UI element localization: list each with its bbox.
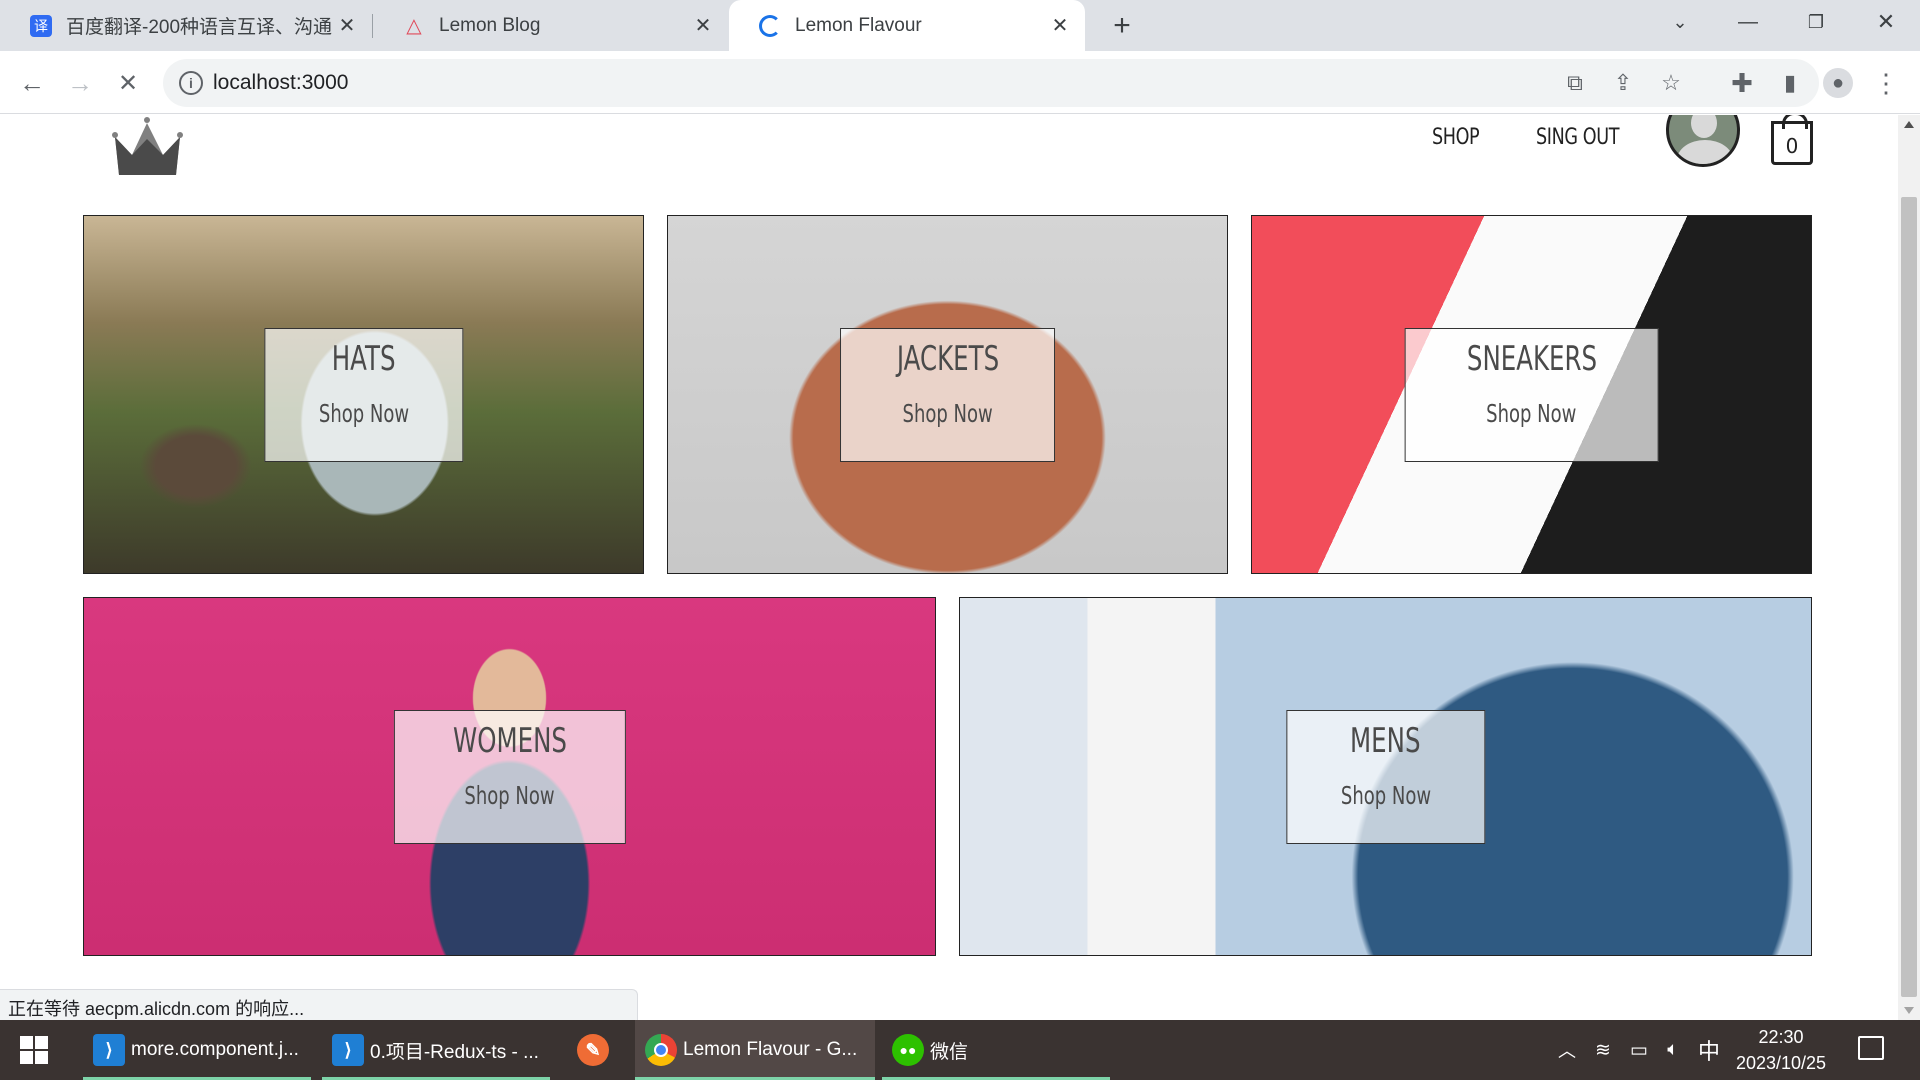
back-arrow-icon[interactable]: ←	[14, 65, 50, 101]
taskbar-item-vscode-2[interactable]: ⟩ 0.项目-Redux-ts - ...	[322, 1020, 550, 1080]
windows-start-icon[interactable]	[20, 1036, 48, 1064]
category-label-box[interactable]: WOMENS Shop Now	[393, 709, 626, 844]
browser-toolbar: ← → ✕ i localhost:3000 ⧉ ⇪ ☆ ✚ ▮ ● ⋮	[0, 51, 1920, 114]
shop-now-link[interactable]: Shop Now	[902, 399, 992, 428]
loading-spinner-icon	[759, 14, 781, 37]
taskbar-item-vscode-1[interactable]: ⟩ more.component.j...	[83, 1020, 311, 1080]
tab-title: 百度翻译-200种语言互译、沟通	[66, 17, 333, 38]
taskbar-item-label: Lemon Flavour - G...	[683, 1039, 858, 1060]
taskbar-item-postman[interactable]: ✎	[562, 1020, 630, 1080]
vscode-icon: ⟩	[332, 1034, 364, 1066]
tab-title: Lemon Flavour	[795, 14, 922, 36]
chrome-icon	[645, 1034, 677, 1066]
windows-taskbar: ⟩ more.component.j... ⟩ 0.项目-Redux-ts - …	[0, 1020, 1920, 1080]
clock-time: 22:30	[1758, 1027, 1804, 1047]
network-icon[interactable]: ≋	[1588, 1020, 1618, 1080]
tab-lemon-blog[interactable]: △ Lemon Blog ✕	[373, 0, 728, 51]
side-panel-icon[interactable]: ▮	[1772, 65, 1808, 101]
crown-logo-icon[interactable]	[110, 115, 185, 175]
share-icon[interactable]: ⇪	[1611, 70, 1635, 95]
extensions-puzzle-icon[interactable]: ✚	[1724, 65, 1760, 101]
menu-kebab-icon[interactable]: ⋮	[1868, 65, 1904, 101]
address-bar[interactable]: i localhost:3000 ⧉ ⇪ ☆	[163, 59, 1819, 107]
category-card-womens[interactable]: WOMENS Shop Now	[83, 597, 936, 956]
category-title: HATS	[331, 338, 396, 379]
close-window-button[interactable]: ✕	[1852, 0, 1920, 44]
open-in-app-icon[interactable]: ⧉	[1563, 70, 1587, 95]
scrollbar-thumb[interactable]	[1901, 197, 1917, 997]
scroll-down-arrow-icon[interactable]	[1904, 1007, 1914, 1014]
taskbar-item-wechat[interactable]: ●● 微信	[882, 1020, 1110, 1080]
restore-button[interactable]: ❐	[1782, 0, 1850, 44]
user-avatar[interactable]	[1666, 115, 1740, 167]
taskbar-item-chrome[interactable]: Lemon Flavour - G...	[635, 1020, 875, 1080]
category-label-box[interactable]: SNEAKERS Shop Now	[1404, 327, 1659, 462]
tab-baidu-translate[interactable]: 译 百度翻译-200种语言互译、沟通 ✕	[0, 0, 372, 51]
tab-title: Lemon Blog	[439, 14, 541, 36]
tray-overflow-chevron-icon[interactable]: ︿	[1552, 1020, 1582, 1080]
url-text[interactable]: localhost:3000	[213, 71, 348, 95]
shop-now-link[interactable]: Shop Now	[464, 781, 554, 810]
category-title: JACKETS	[896, 338, 999, 379]
category-title: SNEAKERS	[1466, 338, 1597, 379]
new-tab-button[interactable]: +	[1106, 9, 1138, 42]
close-icon[interactable]: ✕	[692, 15, 714, 37]
page-viewport: SHOP SING OUT 0 HATS Shop Now JACKETS Sh…	[0, 115, 1898, 1020]
tab-lemon-flavour[interactable]: Lemon Flavour ✕	[729, 0, 1085, 51]
close-icon[interactable]: ✕	[336, 15, 358, 37]
volume-icon[interactable]: 🔈︎	[1658, 1020, 1688, 1080]
vscode-icon: ⟩	[93, 1034, 125, 1066]
category-card-sneakers[interactable]: SNEAKERS Shop Now	[1251, 215, 1812, 574]
category-label-box[interactable]: HATS Shop Now	[263, 327, 464, 462]
category-card-jackets[interactable]: JACKETS Shop Now	[667, 215, 1228, 574]
taskbar-item-label: 微信	[930, 1041, 969, 1063]
browser-tab-bar: 译 百度翻译-200种语言互译、沟通 ✕ △ Lemon Blog ✕ Lemo…	[0, 0, 1920, 51]
scroll-up-arrow-icon[interactable]	[1904, 121, 1914, 128]
category-title: MENS	[1350, 720, 1421, 761]
shop-now-link[interactable]: Shop Now	[1486, 399, 1576, 428]
wechat-icon: ●●	[892, 1034, 924, 1066]
cart-count: 0	[1785, 134, 1799, 158]
input-method-indicator[interactable]: 中	[1694, 1020, 1724, 1080]
forward-arrow-icon[interactable]: →	[62, 65, 98, 101]
category-title: WOMENS	[452, 720, 567, 761]
shop-now-link[interactable]: Shop Now	[1340, 781, 1430, 810]
translate-icon: 译	[30, 14, 52, 37]
system-clock[interactable]: 22:30 2023/10/25	[1726, 1024, 1836, 1076]
category-card-mens[interactable]: MENS Shop Now	[959, 597, 1812, 956]
site-info-icon[interactable]: i	[179, 71, 203, 95]
close-icon[interactable]: ✕	[1049, 15, 1071, 37]
minimize-button[interactable]: —	[1714, 0, 1782, 44]
taskbar-item-label: 0.项目-Redux-ts - ...	[370, 1041, 539, 1063]
clock-date: 2023/10/25	[1735, 1053, 1827, 1073]
stop-loading-icon[interactable]: ✕	[110, 65, 146, 101]
tab-search-chevron-icon[interactable]: ⌄	[1646, 0, 1714, 44]
site-navigation: SHOP SING OUT 0	[0, 115, 1898, 195]
notification-center-icon[interactable]	[1858, 1036, 1884, 1060]
shop-now-link[interactable]: Shop Now	[318, 399, 408, 428]
battery-icon[interactable]: ▭	[1624, 1020, 1654, 1080]
category-label-box[interactable]: JACKETS Shop Now	[839, 327, 1056, 462]
category-card-hats[interactable]: HATS Shop Now	[83, 215, 644, 574]
triangle-logo-icon: △	[406, 15, 422, 37]
taskbar-item-label: more.component.j...	[131, 1039, 299, 1060]
shopping-bag-icon[interactable]: 0	[1771, 115, 1813, 165]
page-scrollbar[interactable]	[1898, 115, 1920, 1020]
status-bubble: 正在等待 aecpm.alicdn.com 的响应...	[0, 989, 638, 1020]
nav-shop-link[interactable]: SHOP	[1432, 125, 1480, 150]
postman-icon: ✎	[577, 1034, 609, 1066]
profile-icon[interactable]: ●	[1820, 65, 1856, 101]
category-label-box[interactable]: MENS Shop Now	[1285, 709, 1486, 844]
bookmark-star-icon[interactable]: ☆	[1659, 70, 1683, 95]
nav-signout-link[interactable]: SING OUT	[1536, 125, 1619, 150]
